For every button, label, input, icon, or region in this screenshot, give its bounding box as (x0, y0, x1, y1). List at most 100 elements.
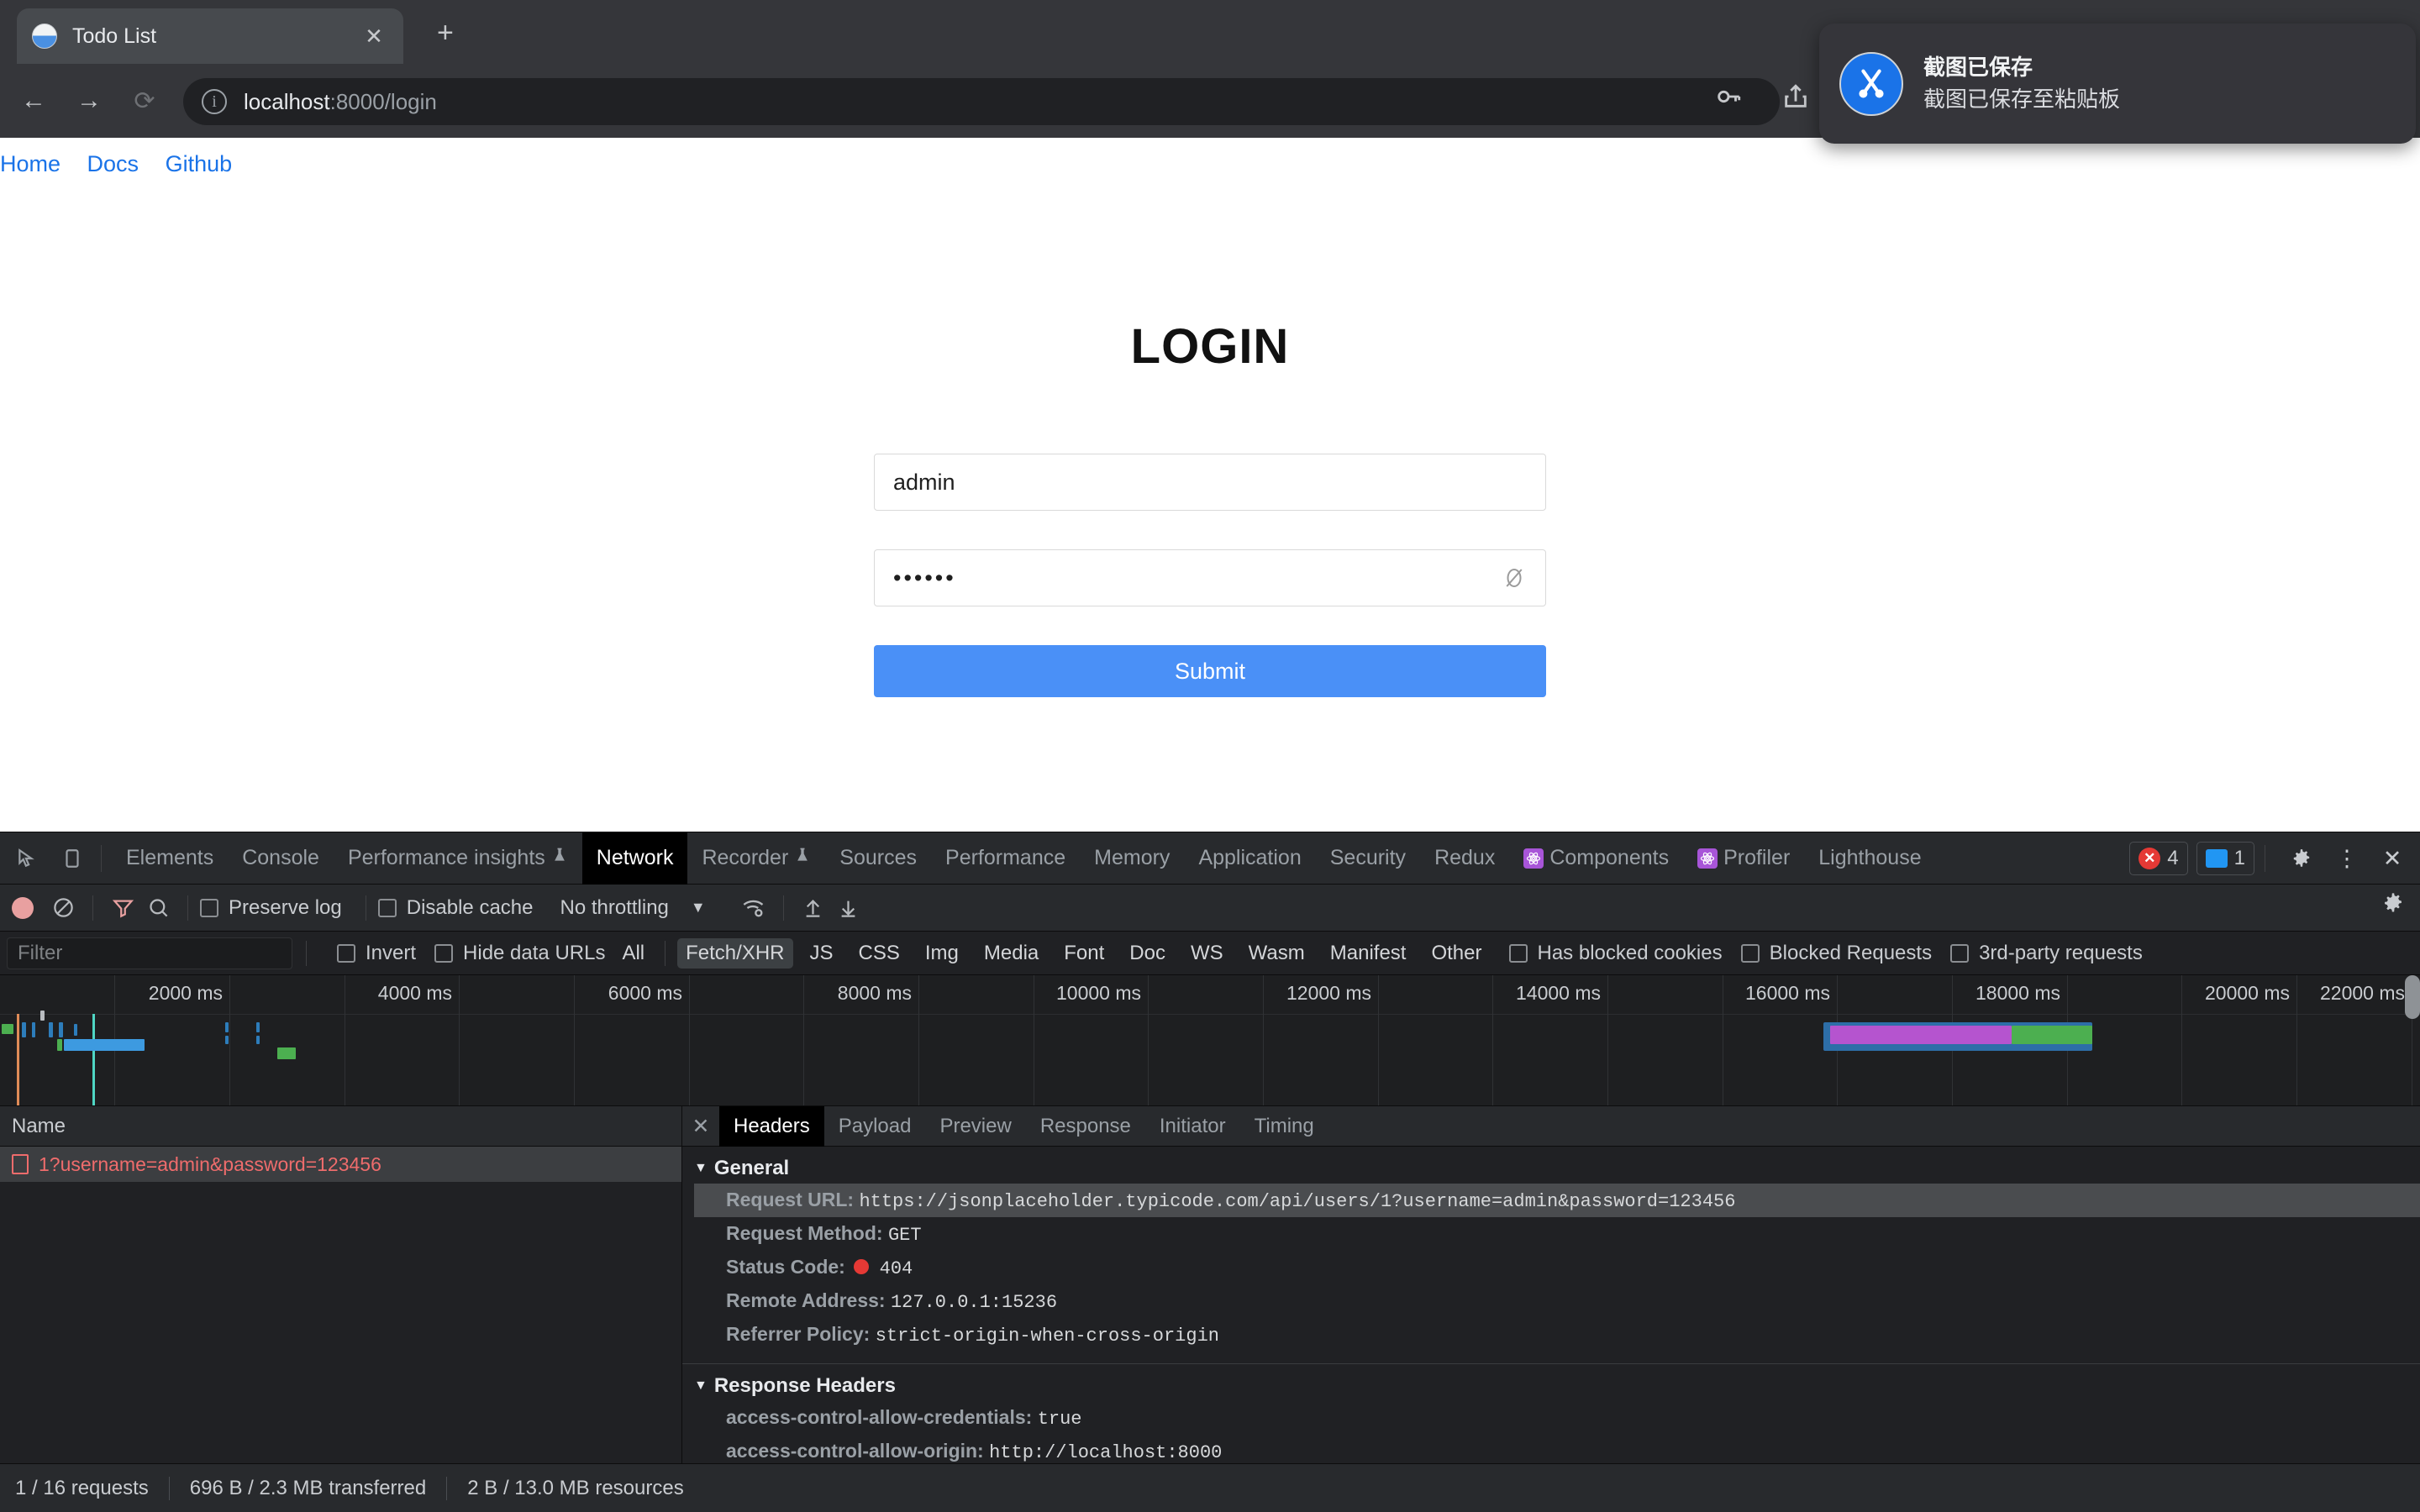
wifi-settings-icon[interactable] (736, 890, 771, 926)
back-button[interactable]: ← (12, 79, 55, 123)
timeline-tick: 20000 ms (2204, 982, 2290, 1004)
record-button[interactable] (12, 896, 34, 919)
filter-type-media[interactable]: Media (976, 938, 1047, 969)
message-icon (2205, 849, 2228, 868)
toast-title: 截图已保存 (1923, 54, 2033, 80)
error-count-badge[interactable]: ✕ 4 (2129, 842, 2188, 875)
network-lower-pane: Name 1?username=admin&password=123456 ✕ … (0, 1106, 2420, 1466)
tab-elements[interactable]: Elements (112, 832, 228, 885)
tab-performance[interactable]: Performance (931, 832, 1080, 885)
third-party-requests-checkbox[interactable]: 3rd-party requests (1950, 942, 2143, 965)
timeline-scrollbar[interactable] (2405, 975, 2420, 1019)
header-row-acao: access-control-allow-origin: http://loca… (694, 1435, 2420, 1466)
nav-link-docs[interactable]: Docs (87, 151, 139, 176)
tab-redux[interactable]: Redux (1420, 832, 1509, 885)
address-bar[interactable]: i localhost:8000/login (183, 78, 1780, 125)
forward-button[interactable]: → (67, 79, 111, 123)
filter-type-doc[interactable]: Doc (1121, 938, 1174, 969)
filter-type-all[interactable]: All (613, 938, 653, 969)
filter-type-font[interactable]: Font (1055, 938, 1113, 969)
close-icon[interactable]: ✕ (360, 22, 388, 50)
tab-label: Performance insights (347, 846, 545, 869)
gear-icon[interactable] (2282, 839, 2321, 878)
invert-checkbox[interactable]: Invert (337, 942, 416, 965)
close-detail-icon[interactable]: ✕ (682, 1114, 719, 1139)
has-blocked-cookies-checkbox[interactable]: Has blocked cookies (1508, 942, 1723, 965)
device-toolbar-icon[interactable] (54, 840, 91, 877)
reload-button[interactable]: ⟳ (123, 79, 166, 123)
tab-profiler[interactable]: Profiler (1683, 832, 1804, 885)
close-devtools-icon[interactable]: ✕ (2373, 839, 2412, 878)
filter-type-ws[interactable]: WS (1182, 938, 1232, 969)
filter-type-manifest[interactable]: Manifest (1322, 938, 1415, 969)
screenshot-saved-toast: 截图已保存 截图已保存至粘贴板 (1819, 24, 2416, 144)
tab-performance-insights[interactable]: Performance insights (334, 832, 582, 885)
inspect-element-icon[interactable] (8, 840, 45, 877)
status-transferred: 696 B / 2.3 MB transferred (189, 1476, 427, 1499)
tab-security[interactable]: Security (1316, 832, 1420, 885)
network-settings-gear-icon[interactable] (2381, 891, 2405, 919)
header-row-remote-address: Remote Address: 127.0.0.1:15236 (694, 1284, 2420, 1318)
tab-memory[interactable]: Memory (1080, 832, 1184, 885)
browser-tab[interactable]: Todo List ✕ (17, 8, 403, 64)
upload-icon[interactable] (796, 890, 831, 926)
request-list-header[interactable]: Name (0, 1106, 681, 1147)
tab-console[interactable]: Console (228, 832, 334, 885)
tab-recorder[interactable]: Recorder (687, 832, 825, 885)
detail-tab-initiator[interactable]: Initiator (1145, 1106, 1240, 1147)
detail-tab-payload[interactable]: Payload (824, 1106, 926, 1147)
password-field[interactable]: •••••• (874, 549, 1546, 606)
kebab-menu-icon[interactable]: ⋮ (2328, 839, 2366, 878)
new-tab-button[interactable]: + (437, 18, 454, 47)
site-info-icon[interactable]: i (202, 89, 227, 114)
blocked-requests-checkbox[interactable]: Blocked Requests (1740, 942, 1932, 965)
funnel-icon[interactable] (105, 890, 140, 926)
page-nav: Home Docs Github (0, 138, 2420, 177)
tab-title: Todo List (72, 24, 157, 48)
filter-type-fetch-xhr[interactable]: Fetch/XHR (677, 937, 793, 969)
triangle-down-icon: ▼ (694, 1161, 708, 1175)
message-count-badge[interactable]: 1 (2196, 842, 2254, 875)
tab-application[interactable]: Application (1184, 832, 1315, 885)
checkbox-box (1950, 943, 1970, 963)
tab-sources[interactable]: Sources (825, 832, 931, 885)
hide-data-urls-checkbox[interactable]: Hide data URLs (434, 942, 605, 965)
tab-components[interactable]: Components (1509, 832, 1683, 885)
key-icon[interactable] (1714, 82, 1743, 111)
general-section-title[interactable]: ▼ General (694, 1157, 2420, 1180)
response-headers-section-title[interactable]: ▼ Response Headers (694, 1374, 2420, 1398)
table-row[interactable]: 1?username=admin&password=123456 (0, 1147, 681, 1182)
username-field[interactable]: admin (874, 454, 1546, 511)
submit-button[interactable]: Submit (874, 645, 1546, 697)
detail-tab-response[interactable]: Response (1026, 1106, 1145, 1147)
filter-type-css[interactable]: CSS (850, 938, 908, 969)
message-count: 1 (2233, 847, 2245, 869)
filter-input[interactable]: Filter (7, 937, 292, 969)
filter-type-wasm[interactable]: Wasm (1240, 938, 1313, 969)
eye-off-icon[interactable] (1502, 565, 1527, 595)
disable-cache-checkbox[interactable]: Disable cache (377, 896, 533, 920)
timeline-tick: 6000 ms (608, 982, 682, 1004)
detail-tab-timing[interactable]: Timing (1240, 1106, 1328, 1147)
preserve-log-checkbox[interactable]: Preserve log (200, 896, 342, 920)
throttling-select[interactable]: No throttling ▼ (544, 896, 705, 920)
nav-link-github[interactable]: Github (166, 151, 233, 176)
nav-link-home[interactable]: Home (0, 151, 60, 176)
detail-tab-preview[interactable]: Preview (925, 1106, 1025, 1147)
filter-type-other[interactable]: Other (1423, 938, 1490, 969)
tab-network[interactable]: Network (581, 832, 688, 885)
tab-lighthouse[interactable]: Lighthouse (1804, 832, 1935, 885)
header-row-acac: access-control-allow-credentials: true (694, 1401, 2420, 1435)
section-label: Response Headers (713, 1374, 896, 1397)
column-header-name: Name (12, 1114, 66, 1137)
network-timeline-overview[interactable]: 2000 ms 4000 ms 6000 ms 8000 ms 10000 ms… (0, 975, 2420, 1106)
filter-type-js[interactable]: JS (802, 938, 842, 969)
header-key: access-control-allow-origin: (726, 1440, 984, 1462)
search-icon[interactable] (140, 890, 176, 926)
timeline-tick: 10000 ms (1055, 982, 1141, 1004)
detail-tab-headers[interactable]: Headers (719, 1106, 824, 1147)
clear-icon[interactable] (45, 890, 81, 926)
filter-type-img[interactable]: Img (917, 938, 967, 969)
share-icon[interactable] (1781, 82, 1810, 111)
download-icon[interactable] (831, 890, 866, 926)
